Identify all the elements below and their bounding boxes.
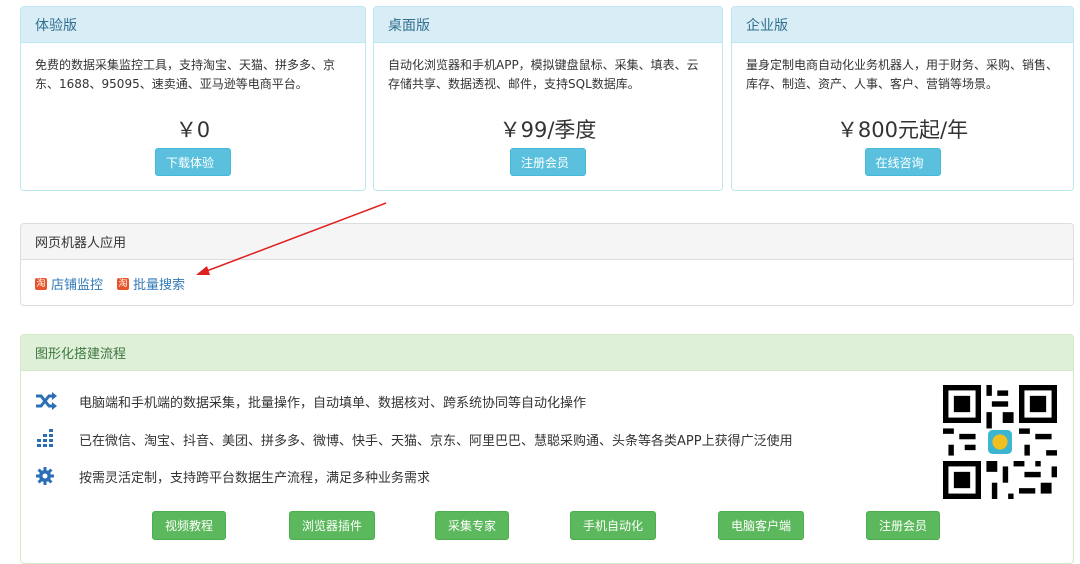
online-consult-button[interactable]: 在线咨询 [864, 148, 941, 176]
feature-row: 按需灵活定制，支持跨平台数据生产流程，满足多种业务需求 [35, 466, 430, 486]
plan-title: 体验版 [21, 7, 365, 43]
app-logo-icon: 淘 [35, 277, 47, 290]
app-logo-icon: 淘 [117, 277, 130, 290]
feature-row: 已在微信、淘宝、抖音、美团、拼多多、微博、快手、天猫、京东、阿里巴巴、慧聪采购通… [35, 429, 793, 449]
gear-icon [36, 467, 54, 485]
batch-search-link[interactable]: 淘 批量搜索 [117, 274, 185, 293]
plan-description: 免费的数据采集监控工具，支持淘宝、天猫、拼多多、京东、1688、95095、速卖… [35, 58, 336, 91]
feature-text: 按需灵活定制，支持跨平台数据生产流程，满足多种业务需求 [79, 470, 431, 486]
plan-price: ￥0 [175, 118, 211, 142]
link-label: 店铺监控 [51, 278, 104, 293]
link-label: 批量搜索 [133, 278, 186, 293]
collection-expert-button[interactable]: 采集专家 [435, 511, 510, 540]
graphical-flow-panel: 图形化搭建流程 电脑端和手机端的数据采集，批量操作，自动填单、数据核对、跨系统协… [20, 334, 1074, 564]
feature-text: 已在微信、淘宝、抖音、美团、拼多多、微博、快手、天猫、京东、阿里巴巴、慧聪采购通… [79, 433, 793, 449]
store-monitor-link[interactable]: 淘 店铺监控 [35, 274, 103, 293]
browser-plugin-button[interactable]: 浏览器插件 [289, 511, 376, 540]
plan-price: ￥800元起/年 [836, 118, 969, 142]
shuffle-icon [36, 392, 57, 410]
bar-chart-icon [37, 429, 53, 447]
plan-title: 企业版 [732, 7, 1073, 43]
plan-title: 桌面版 [374, 7, 722, 43]
register-member-button[interactable]: 注册会员 [510, 148, 586, 176]
register-member-button[interactable]: 注册会员 [866, 511, 941, 540]
plan-card-enterprise: 企业版 量身定制电商自动化业务机器人，用于财务、采购、销售、库存、制造、资产、人… [731, 6, 1074, 191]
feature-text: 电脑端和手机端的数据采集，批量操作，自动填单、数据核对、跨系统协同等自动化操作 [79, 395, 587, 411]
desktop-client-button[interactable]: 电脑客户端 [718, 511, 805, 540]
plan-description: 量身定制电商自动化业务机器人，用于财务、采购、销售、库存、制造、资产、人事、客户… [746, 58, 1059, 91]
graphical-flow-title: 图形化搭建流程 [21, 335, 1073, 371]
feature-row: 电脑端和手机端的数据采集，批量操作，自动填单、数据核对、跨系统协同等自动化操作 [35, 391, 586, 411]
plan-description: 自动化浏览器和手机APP，模拟键盘鼠标、采集、填表、云存储共享、数据透视、邮件，… [388, 58, 699, 91]
plan-card-desktop: 桌面版 自动化浏览器和手机APP，模拟键盘鼠标、采集、填表、云存储共享、数据透视… [373, 6, 723, 191]
mobile-automation-button[interactable]: 手机自动化 [570, 511, 657, 540]
download-trial-button[interactable]: 下载体验 [155, 148, 231, 176]
qr-code-image [943, 385, 1057, 499]
plan-card-trial: 体验版 免费的数据采集监控工具，支持淘宝、天猫、拼多多、京东、1688、9509… [20, 6, 366, 191]
video-tutorial-button[interactable]: 视频教程 [152, 511, 227, 540]
web-robot-title: 网页机器人应用 [21, 224, 1073, 260]
plan-price: ￥99/季度 [499, 118, 597, 142]
web-robot-panel: 网页机器人应用 淘 店铺监控 淘 批量搜索 [20, 223, 1074, 306]
